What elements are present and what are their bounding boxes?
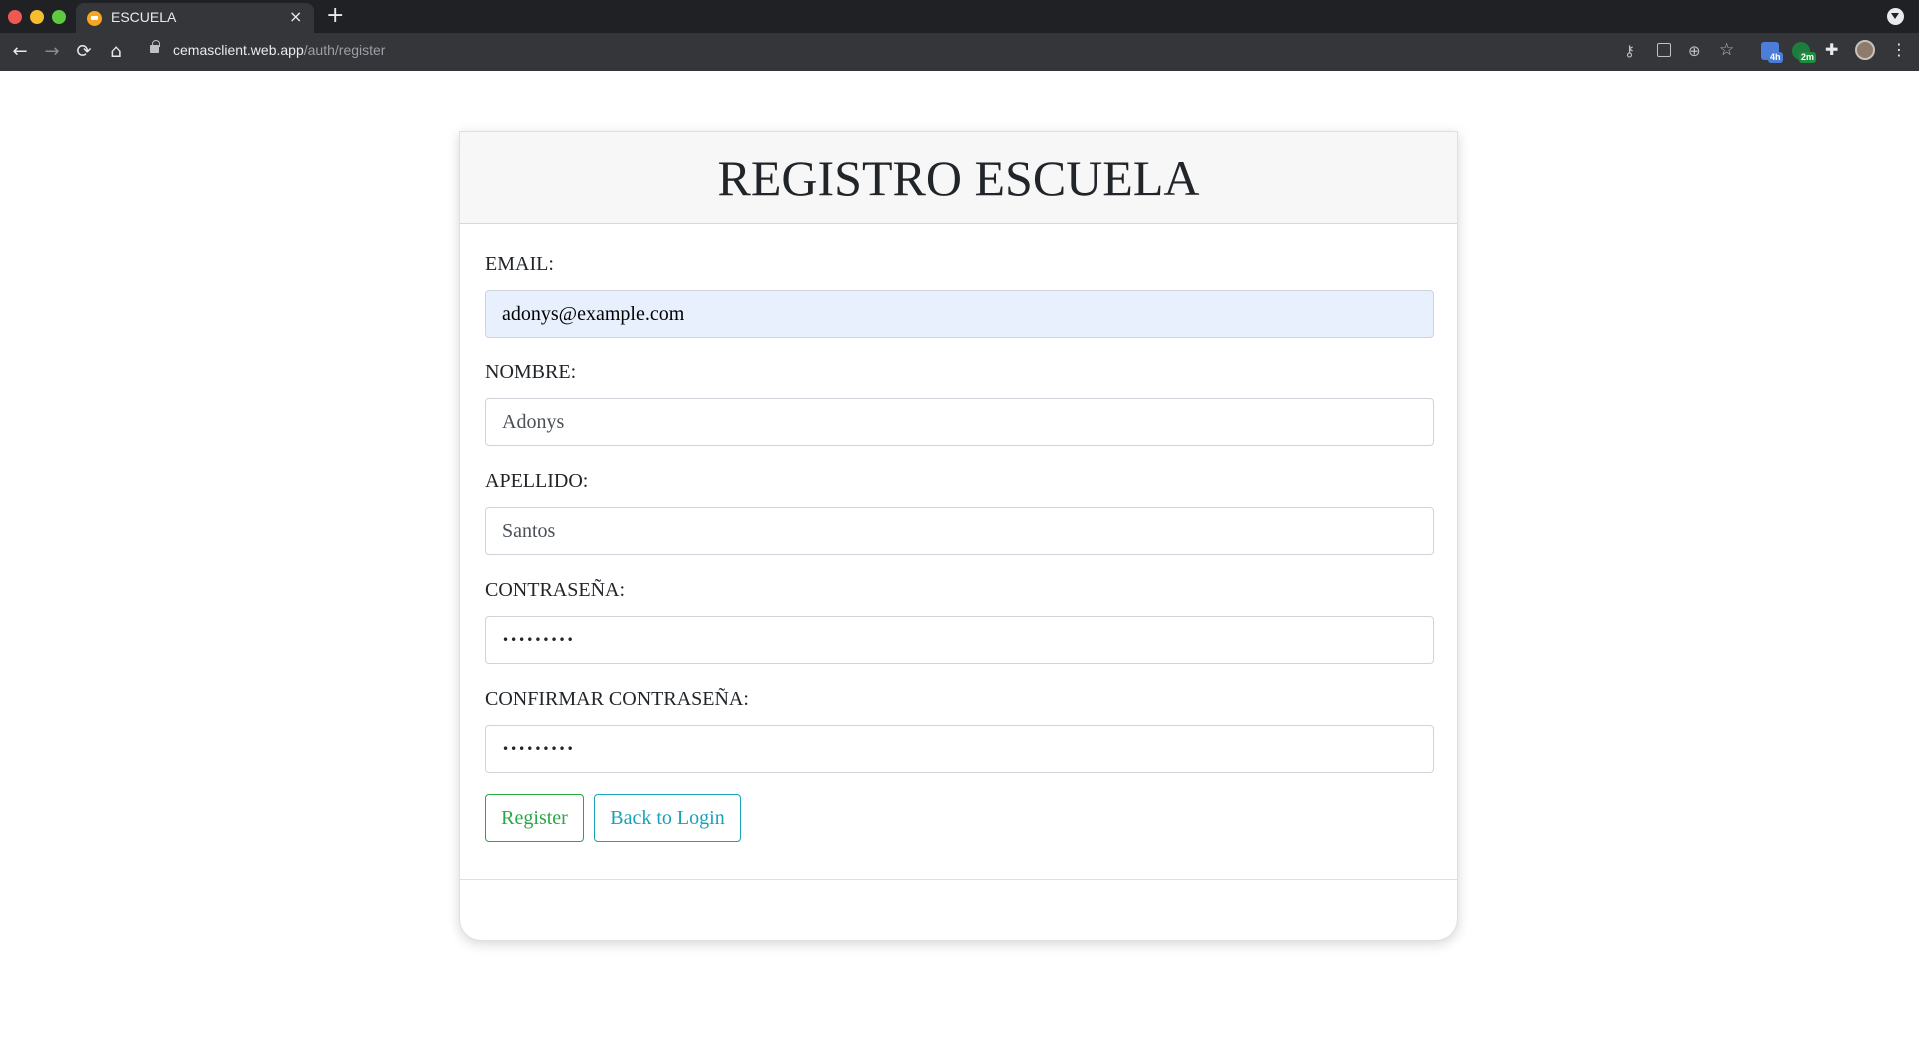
browser-toolbar: ← → ⟳ ⌂ cemasclient.web.app/auth/registe… [0, 33, 1919, 71]
reload-icon[interactable]: ⟳ [71, 39, 97, 65]
url-host: cemasclient.web.app [173, 42, 304, 58]
register-card: REGISTRO ESCUELA EMAIL: NOMBRE: APELLIDO… [459, 131, 1458, 941]
zoom-icon[interactable]: ⊕ [1688, 41, 1701, 61]
password-group: CONTRASEÑA: [485, 578, 1434, 664]
window-close-button[interactable] [8, 10, 22, 24]
register-form: EMAIL: NOMBRE: APELLIDO: CONTRASEÑA: CON… [460, 224, 1457, 842]
confirm-password-label: CONFIRMAR CONTRASEÑA: [485, 688, 749, 710]
form-actions: Register Back to Login [485, 794, 1432, 842]
extensions-puzzle-icon[interactable]: ✚ [1825, 40, 1838, 60]
tab-strip: ESCUELA × + [0, 0, 1919, 33]
bookmark-star-icon[interactable]: ☆ [1719, 40, 1734, 60]
password-label: CONTRASEÑA: [485, 579, 626, 601]
key-icon[interactable]: ⚷ [1624, 41, 1635, 61]
confirm-password-group: CONFIRMAR CONTRASEÑA: [485, 687, 1434, 773]
lock-icon[interactable] [150, 40, 160, 53]
profile-avatar[interactable] [1855, 40, 1875, 60]
extension-calendar-icon[interactable]: 4h [1761, 42, 1783, 63]
email-label: EMAIL: [485, 253, 554, 275]
url-path: /auth/register [303, 42, 386, 58]
window-minimize-button[interactable] [30, 10, 44, 24]
card-footer [460, 879, 1457, 880]
email-field[interactable] [485, 290, 1434, 338]
browser-chrome: ESCUELA × + ← → ⟳ ⌂ cemasclient.web.app/… [0, 0, 1919, 71]
nombre-field[interactable] [485, 398, 1434, 446]
new-tab-button[interactable]: + [326, 3, 344, 29]
apellido-group: APELLIDO: [485, 469, 1434, 555]
confirm-password-field[interactable] [485, 725, 1434, 773]
email-group: EMAIL: [485, 252, 1434, 338]
browser-tab[interactable]: ESCUELA × [76, 3, 314, 33]
extension-badge: 4h [1768, 52, 1783, 63]
favicon-icon [87, 11, 102, 26]
browser-menu-icon[interactable]: ⋮ [1891, 41, 1907, 59]
tab-search-icon[interactable] [1887, 8, 1904, 25]
nombre-group: NOMBRE: [485, 360, 1434, 446]
page-title: REGISTRO ESCUELA [717, 150, 1200, 206]
password-field[interactable] [485, 616, 1434, 664]
extension-timer-icon[interactable]: 2m [1792, 42, 1817, 63]
back-icon[interactable]: ← [7, 39, 33, 65]
apellido-label: APELLIDO: [485, 470, 589, 492]
address-bar[interactable]: cemasclient.web.app/auth/register [173, 42, 385, 58]
extension-badge: 2m [1799, 52, 1817, 63]
home-icon[interactable]: ⌂ [103, 39, 129, 65]
window-maximize-button[interactable] [52, 10, 66, 24]
card-header: REGISTRO ESCUELA [460, 132, 1457, 224]
register-button[interactable]: Register [485, 794, 584, 842]
nombre-label: NOMBRE: [485, 361, 577, 383]
back-to-login-button[interactable]: Back to Login [594, 794, 741, 842]
translate-icon[interactable] [1657, 43, 1671, 57]
apellido-field[interactable] [485, 507, 1434, 555]
tab-close-icon[interactable]: × [289, 7, 302, 27]
tab-title: ESCUELA [111, 9, 177, 25]
forward-icon[interactable]: → [39, 39, 65, 65]
